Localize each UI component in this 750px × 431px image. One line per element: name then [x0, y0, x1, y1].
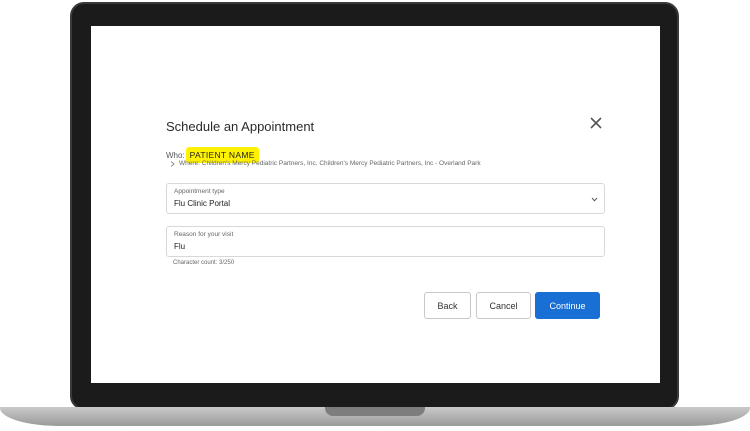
reason-label: Reason for your visit [174, 231, 234, 238]
character-count: Character count: 3/250 [173, 260, 235, 266]
who-label: Who: [166, 150, 185, 160]
reason-value: Flu [174, 242, 186, 251]
cancel-button[interactable]: Cancel [476, 292, 531, 319]
continue-button[interactable]: Continue [535, 292, 600, 319]
appointment-type-select[interactable]: Appointment type Flu Clinic Portal [166, 183, 605, 214]
close-icon[interactable] [588, 115, 604, 131]
appointment-type-value: Flu Clinic Portal [174, 199, 231, 208]
reason-input[interactable]: Reason for your visit Flu [166, 226, 605, 257]
appointment-type-label: Appointment type [174, 188, 225, 195]
laptop-notch [325, 407, 425, 416]
chevron-down-icon [591, 197, 598, 202]
chevron-right-icon [170, 160, 175, 167]
where-text: Where: Children's Mercy Pediatric Partne… [179, 160, 481, 167]
modal-title: Schedule an Appointment [166, 119, 315, 134]
back-button[interactable]: Back [424, 292, 471, 319]
screen: Schedule an Appointment Who: PATIENT NAM… [91, 26, 660, 383]
where-line[interactable]: Where: Children's Mercy Pediatric Partne… [170, 160, 481, 167]
